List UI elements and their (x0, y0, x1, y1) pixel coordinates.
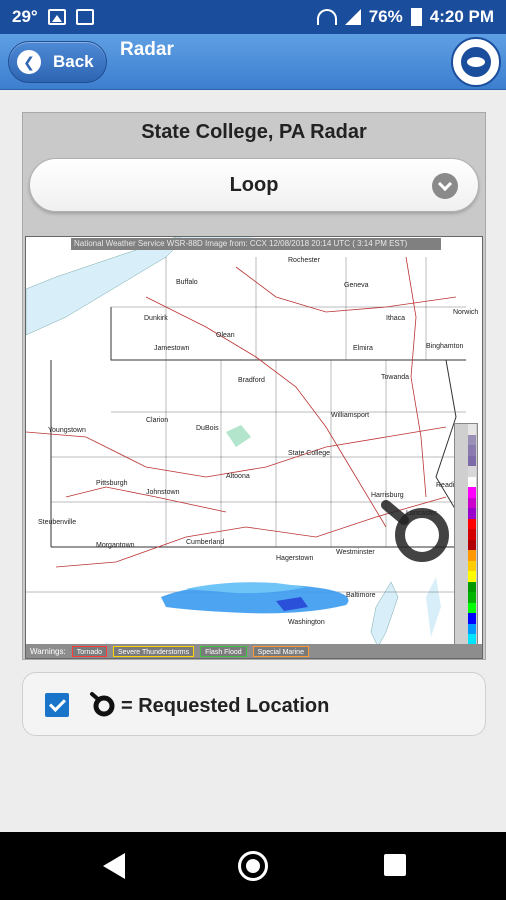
radar-card: State College, PA Radar Loop National We… (22, 112, 486, 660)
map-city-label: Towanda (381, 374, 410, 381)
legend-swatch (468, 581, 476, 592)
cell-signal-icon (344, 9, 361, 25)
map-city-label: Buffalo (176, 279, 198, 286)
map-city-label: Williamsport (331, 412, 370, 419)
map-city-label: Elmira (353, 345, 373, 352)
map-city-label: Bradford (238, 377, 265, 384)
system-nav-bar (0, 832, 506, 900)
radar-mode-select[interactable]: Loop (29, 158, 479, 212)
map-city-label: Olean (216, 332, 235, 339)
map-city-label: Dunkirk (144, 315, 168, 322)
app-bar: ❮ Back Radar (0, 34, 506, 90)
nav-home-icon[interactable] (238, 851, 268, 881)
warning-tornado: Tornado (71, 645, 108, 657)
warning-severe-thunderstorms: Severe Thunderstorms (113, 645, 195, 657)
legend-swatch (468, 539, 476, 550)
map-city-label: Jamestown (154, 345, 190, 352)
activity-notification-icon (75, 9, 94, 25)
requested-location-label: = Requested Location (121, 695, 330, 717)
legend-swatch (468, 466, 476, 477)
legend-swatch (468, 476, 476, 487)
map-city-label: Altoona (226, 473, 250, 480)
legend-swatch (468, 445, 476, 456)
chevron-down-icon (432, 173, 458, 199)
temperature-text: 29° (12, 7, 38, 26)
map-city-label: Cumberland (186, 539, 225, 546)
map-city-label: DuBois (196, 425, 219, 432)
map-city-label: Clarion (146, 417, 169, 424)
radar-map-graphic (26, 237, 467, 648)
radar-mode-value: Loop (229, 173, 279, 196)
map-city-label: Baltimore (346, 592, 376, 599)
radar-map-header: National Weather Service WSR-88D Image f… (71, 238, 441, 250)
legend-swatch (468, 634, 476, 645)
map-city-label: Lancaster (406, 510, 437, 517)
map-city-label: Binghamton (426, 343, 464, 350)
status-bar: 29° 76% 4:20 PM (0, 0, 506, 34)
legend-swatch (468, 487, 476, 498)
page-title: Radar (120, 39, 174, 60)
nws-logo (451, 37, 501, 87)
back-arrow-icon: ❮ (17, 50, 41, 74)
legend-swatch (468, 434, 476, 445)
nws-emblem-icon (461, 47, 491, 77)
legend-swatch (468, 508, 476, 519)
clock-time: 4:20 PM (429, 7, 494, 26)
battery-percent: 76% (368, 7, 403, 26)
legend-swatch (468, 455, 476, 466)
map-city-label: Ithaca (386, 315, 406, 322)
map-city-label: Steubenville (38, 519, 77, 526)
legend-swatch (468, 424, 476, 435)
legend-swatch (468, 550, 476, 561)
back-button-label: Back (53, 52, 94, 71)
requested-location-checkbox[interactable] (45, 693, 69, 717)
map-city-label: Hagerstown (276, 555, 314, 562)
map-city-label: Geneva (344, 282, 369, 289)
map-city-label: Norwich (453, 309, 479, 316)
map-city-label: Rochester (288, 257, 320, 264)
nav-back-icon[interactable] (103, 853, 125, 879)
map-city-label: Westminster (336, 549, 375, 556)
legend-swatch (468, 497, 476, 508)
back-button[interactable]: ❮ Back (8, 41, 107, 83)
radar-map-image[interactable]: National Weather Service WSR-88D Image f… (25, 236, 483, 659)
requested-location-row[interactable]: = Requested Location (22, 672, 486, 736)
map-city-label: Pittsburgh (96, 480, 128, 487)
warnings-bar: Warnings: Tornado Severe Thunderstorms F… (26, 644, 482, 658)
location-marker-icon (90, 692, 115, 717)
legend-swatch (468, 623, 476, 634)
map-city-label: Morgantown (96, 542, 135, 549)
map-city-label: Washington (288, 619, 325, 626)
legend-swatch (468, 518, 476, 529)
map-city-label: State College (288, 450, 331, 457)
map-city-label: Johnstown (146, 489, 180, 496)
radar-intensity-legend (454, 423, 478, 658)
map-city-label: Youngstown (48, 427, 86, 434)
warnings-label: Warnings: (30, 646, 66, 656)
legend-swatch (468, 529, 476, 540)
battery-icon (410, 8, 422, 26)
legend-swatch (468, 592, 476, 603)
radar-station-title: State College, PA Radar (141, 121, 367, 143)
nav-recents-icon[interactable] (384, 854, 406, 876)
legend-swatch (468, 613, 476, 624)
legend-swatch (468, 602, 476, 613)
image-notification-icon (47, 9, 66, 25)
legend-swatch (468, 560, 476, 571)
legend-swatch (468, 571, 476, 582)
wifi-icon (316, 9, 337, 25)
map-city-label: Harrisburg (371, 492, 404, 499)
warning-flash-flood: Flash Flood (200, 645, 247, 657)
warning-special-marine: Special Marine (252, 645, 309, 657)
